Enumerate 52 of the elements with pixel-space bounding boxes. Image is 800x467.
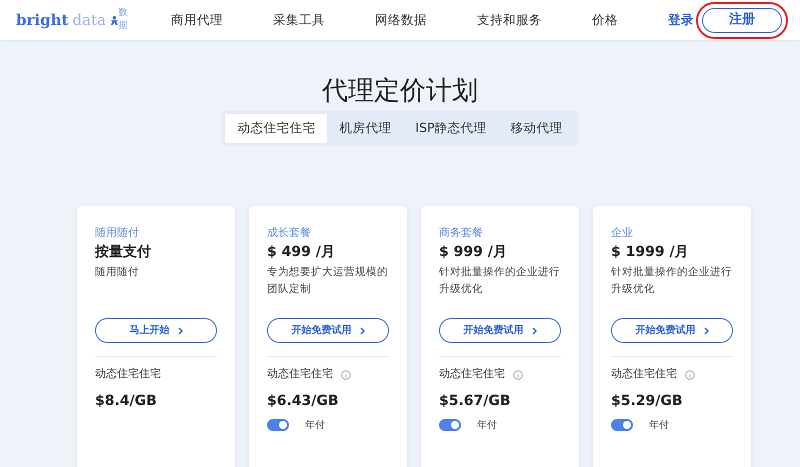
logo-text: data	[72, 10, 106, 31]
plan-description: 针对批量操作的企业进行升级优化	[439, 265, 561, 297]
plan-price: 按量支付	[95, 243, 152, 262]
cta-button[interactable]: 开始免费试用	[611, 318, 733, 344]
info-icon[interactable]	[341, 370, 351, 380]
plan-description: 随用随付	[95, 265, 140, 280]
cta-button[interactable]: 开始免费试用	[267, 318, 389, 344]
product-label: 动态住宅住宅	[611, 367, 677, 382]
plan-price: $ 499 /月	[267, 243, 336, 262]
rate-text: $8.4/GB	[95, 392, 158, 410]
plan-tab[interactable]: 动态住宅住宅	[225, 114, 328, 143]
toggle-switch[interactable]	[611, 419, 633, 432]
chevron-icon	[360, 326, 364, 335]
rate-text: $5.29/GB	[611, 392, 684, 410]
plan-tab[interactable]: 机房代理	[327, 114, 404, 143]
plan-description: 针对批量操作的企业进行升级优化	[611, 265, 733, 297]
chevron-icon	[532, 326, 536, 335]
toggle-label: 年付	[477, 418, 497, 433]
rate-text: $5.67/GB	[439, 392, 512, 410]
rate-text: $6.43/GB	[267, 392, 340, 410]
cta-button[interactable]: 马上开始	[95, 318, 217, 344]
nav-link[interactable]: 商用代理	[171, 10, 223, 30]
product-label: 动态住宅住宅	[439, 367, 505, 382]
product-label: 动态住宅住宅	[95, 367, 161, 382]
plan-tab[interactable]: ISP静态代理	[403, 114, 499, 143]
plan-category-label: 企业	[611, 226, 634, 240]
cta-button[interactable]: 开始免费试用	[439, 318, 561, 344]
info-icon[interactable]	[513, 370, 523, 380]
plan-category-label: 商务套餐	[439, 226, 484, 240]
info-icon[interactable]	[685, 370, 695, 380]
page-title: 代理定价计划	[322, 76, 478, 108]
plan-category-label: 成长套餐	[267, 226, 312, 240]
toggle-label: 年付	[305, 418, 325, 433]
login-link[interactable]: 登录	[668, 10, 694, 30]
logo-text: 数据	[118, 6, 129, 33]
plan-tab[interactable]: 移动代理	[498, 114, 575, 143]
chevron-icon	[704, 326, 708, 335]
toggle-label: 年付	[649, 418, 669, 433]
plan-price: $ 1999 /月	[611, 243, 690, 262]
nav-link[interactable]: 支持和服务	[477, 10, 542, 30]
nav-link[interactable]: 价格	[592, 10, 618, 30]
product-label: 动态住宅住宅	[267, 367, 333, 382]
logo-icon	[110, 14, 119, 26]
nav-link[interactable]: 网络数据	[375, 10, 427, 30]
logo-text: bright	[16, 10, 68, 31]
nav-link[interactable]: 采集工具	[273, 10, 325, 30]
toggle-switch[interactable]	[267, 419, 289, 432]
toggle-switch[interactable]	[439, 419, 461, 432]
plan-category-label: 随用随付	[95, 226, 140, 240]
plan-description: 专为想要扩大运营规模的团队定制	[267, 265, 389, 297]
chevron-icon	[178, 326, 182, 335]
plan-price: $ 999 /月	[439, 243, 508, 262]
